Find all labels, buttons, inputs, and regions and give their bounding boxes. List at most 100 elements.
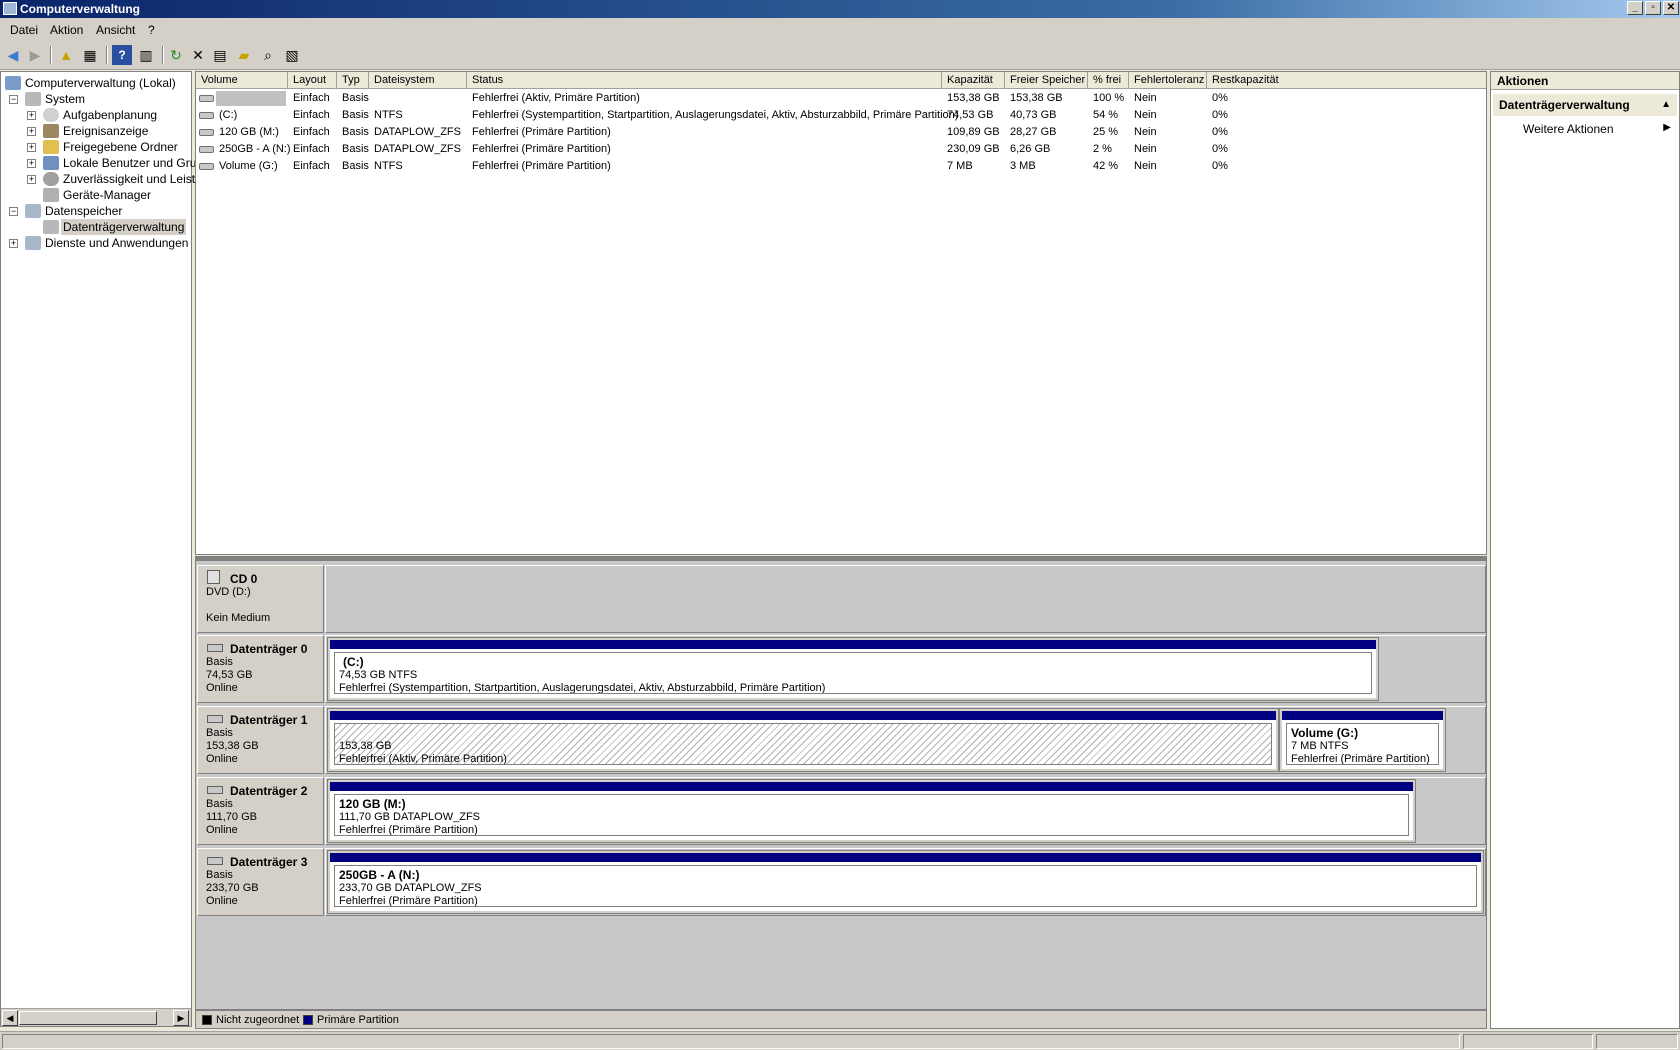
partition-body: (C:) 74,53 GB NTFS Fehlerfrei (Systempar… [334,652,1372,694]
up-folder-icon[interactable]: ▲ [56,45,76,65]
disk-info-3[interactable]: Datenträger 3 Basis 233,70 GB Online [197,848,324,916]
tree-label: Freigegebene Ordner [63,140,178,154]
expand-icon[interactable]: + [27,159,36,168]
partition-c[interactable]: (C:) 74,53 GB NTFS Fehlerfrei (Systempar… [327,637,1379,701]
collapse-up-icon[interactable]: ▲ [1661,99,1671,110]
legend-swatch-primary [303,1015,313,1025]
column-header-dateisystem[interactable]: Dateisystem [369,72,467,89]
disk-area-2: 120 GB (M:) 111,70 GB DATAPLOW_ZFS Fehle… [325,777,1486,845]
disk-info-2[interactable]: Datenträger 2 Basis 111,70 GB Online [197,777,324,845]
close-button[interactable]: ✕ [1663,1,1679,15]
volume-icon [199,163,214,170]
column-header-status[interactable]: Status [467,72,942,89]
disk-info-cd0[interactable]: CD 0 DVD (D:) Kein Medium [197,565,324,633]
performance-icon [43,172,59,186]
action-weitere-aktionen[interactable]: Weitere Aktionen [1523,122,1614,136]
column-header-restkapazitaet[interactable]: Restkapazität [1207,72,1297,89]
partition-n[interactable]: 250GB - A (N:) 233,70 GB DATAPLOW_ZFS Fe… [327,850,1484,914]
forward-icon[interactable]: ▶ [25,45,45,65]
volume-row[interactable]: Einfach Basis Fehlerfrei (Aktiv, Primäre… [196,90,1486,107]
menu-datei[interactable]: Datei [10,23,38,37]
disk-name: Datenträger 2 [230,784,308,798]
disk-name: Datenträger 0 [230,642,308,656]
disk-info-1[interactable]: Datenträger 1 Basis 153,38 GB Online [197,706,324,774]
tree-label: Dienste und Anwendungen [45,236,189,250]
maximize-button[interactable]: ▫ [1645,1,1661,15]
menu-ansicht[interactable]: Ansicht [96,23,135,37]
disk-line: Online [206,895,238,907]
properties-icon[interactable]: ▤ [210,45,230,65]
menu-help[interactable]: ? [148,23,155,37]
column-header-typ[interactable]: Typ [337,72,369,89]
volume-row[interactable]: Volume (G:) Einfach Basis NTFS Fehlerfre… [196,158,1486,175]
console-tree: Computerverwaltung (Lokal) − System + Au… [0,71,203,1027]
status-panel-main [2,1034,1460,1049]
help-icon[interactable]: ? [112,45,132,65]
app-icon [3,2,17,15]
rescan-icon[interactable]: ▧ [282,45,302,65]
delete-icon[interactable]: ✕ [188,45,208,65]
back-icon[interactable]: ◀ [3,45,23,65]
disk-info-0[interactable]: Datenträger 0 Basis 74,53 GB Online [197,635,324,703]
expand-icon[interactable]: + [27,111,36,120]
cell-fehlertoleranz: Nein [1134,160,1157,172]
search-icon[interactable]: ⌕ [258,45,278,65]
cell-prozent-frei: 25 % [1093,126,1119,138]
legend-label-primary: Primäre Partition [317,1014,399,1026]
tree-label: System [45,92,86,106]
cell-restkapazitaet: 0% [1212,109,1228,121]
volume-row[interactable]: 120 GB (M:) Einfach Basis DATAPLOW_ZFS F… [196,124,1486,141]
minimize-button[interactable]: _ [1627,1,1643,15]
cell-kapazitaet: 74,53 GB [947,109,994,121]
partition-disk1-primary[interactable]: 153,38 GB Fehlerfrei (Aktiv, Primäre Par… [327,708,1279,772]
expand-icon[interactable]: + [9,239,18,248]
volume-row[interactable]: (C:) Einfach Basis NTFS Fehlerfrei (Syst… [196,107,1486,124]
column-header-freier-speicher[interactable]: Freier Speicher [1005,72,1088,89]
actions-section-datentraegerverwaltung[interactable]: Datenträgerverwaltung [1493,94,1677,116]
cell-dateisystem: DATAPLOW_ZFS [374,126,461,138]
disk-line: Online [206,753,238,765]
disk-area-1: 153,38 GB Fehlerfrei (Aktiv, Primäre Par… [325,706,1486,774]
scroll-right-icon[interactable]: ▶ [173,1010,189,1026]
cell-dateisystem: NTFS [374,109,403,121]
partition-m[interactable]: 120 GB (M:) 111,70 GB DATAPLOW_ZFS Fehle… [327,779,1416,843]
disk-line: DVD (D:) [206,586,251,598]
cell-fehlertoleranz: Nein [1134,92,1157,104]
disk-line: 111,70 GB [206,811,257,823]
column-header-volume[interactable]: Volume [196,72,288,89]
scroll-thumb[interactable] [19,1011,157,1025]
column-header-fehlertoleranz[interactable]: Fehlertoleranz [1129,72,1207,89]
disk-line: Kein Medium [206,612,271,624]
menu-bar: Datei Aktion Ansicht ? [0,18,1680,40]
partition-status: Fehlerfrei (Primäre Partition) [1291,753,1430,765]
scroll-left-icon[interactable]: ◀ [2,1010,18,1026]
volume-row[interactable]: 250GB - A (N:) Einfach Basis DATAPLOW_ZF… [196,141,1486,158]
column-header-prozent-frei[interactable]: % frei [1088,72,1129,89]
collapse-icon[interactable]: − [9,95,18,104]
partition-type-bar [330,782,1413,791]
cell-prozent-frei: 42 % [1093,160,1119,172]
expand-icon[interactable]: + [27,127,36,136]
menu-aktion[interactable]: Aktion [50,23,83,37]
disk-icon [207,857,223,865]
tree-horizontal-scrollbar[interactable]: ◀ ▶ [1,1008,191,1026]
partition-g[interactable]: Volume (G:) 7 MB NTFS Fehlerfrei (Primär… [1279,708,1446,772]
refresh-icon[interactable]: ↻ [166,45,186,65]
column-header-kapazitaet[interactable]: Kapazität [942,72,1005,89]
partition-size: 7 MB NTFS [1291,740,1349,752]
open-folder-icon[interactable]: ▰ [234,45,254,65]
cell-prozent-frei: 2 % [1093,143,1112,155]
actions-header: Aktionen [1491,72,1679,90]
show-hide-tree-icon[interactable]: ▦ [80,45,100,65]
cell-restkapazitaet: 0% [1212,143,1228,155]
cell-status: Fehlerfrei (Primäre Partition) [472,160,611,172]
cell-fehlertoleranz: Nein [1134,109,1157,121]
show-hide-action-icon[interactable]: ▥ [136,45,156,65]
collapse-icon[interactable]: − [9,207,18,216]
tree-label: Aufgabenplanung [63,108,158,122]
expand-icon[interactable]: + [27,175,36,184]
partition-size: 74,53 GB NTFS [339,669,418,681]
column-header-layout[interactable]: Layout [288,72,337,89]
expand-icon[interactable]: + [27,143,36,152]
cell-status: Fehlerfrei (Aktiv, Primäre Partition) [472,92,640,104]
